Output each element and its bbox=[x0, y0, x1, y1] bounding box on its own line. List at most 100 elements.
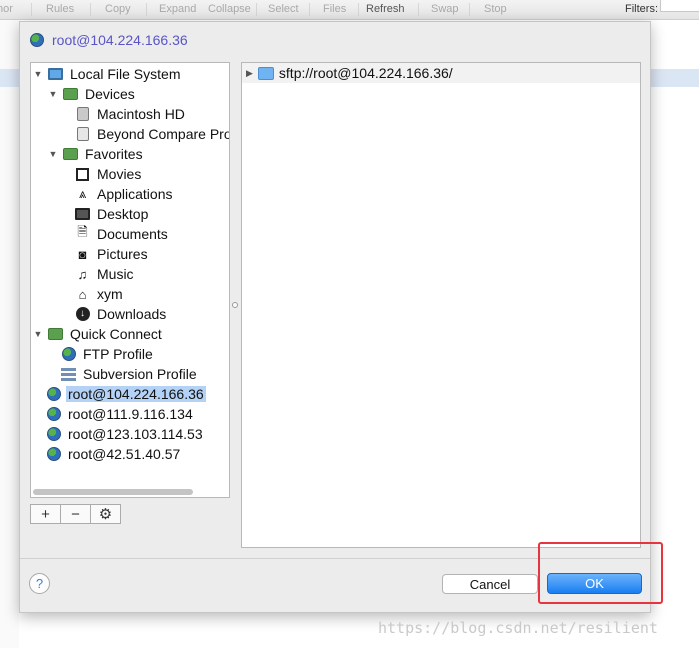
download-icon: ↓ bbox=[75, 307, 90, 322]
folder-icon bbox=[48, 327, 63, 342]
add-button[interactable]: + bbox=[30, 504, 61, 524]
tree-item-beyond-compare-pro[interactable]: Beyond Compare Pro bbox=[75, 124, 230, 144]
tree-item-favorites[interactable]: ▼ Favorites bbox=[48, 144, 145, 164]
tree-item-pictures[interactable]: ◙ Pictures bbox=[75, 244, 150, 264]
toolbar-swap[interactable]: Swap bbox=[431, 3, 459, 15]
filters-label: Filters: bbox=[625, 3, 658, 15]
tree-item-quick-connect[interactable]: ▼ Quick Connect bbox=[33, 324, 164, 344]
tree-item-ftp-profile[interactable]: FTP Profile bbox=[61, 344, 155, 364]
tree-item-label: Pictures bbox=[97, 246, 148, 262]
disclosure-triangle-icon[interactable]: ▼ bbox=[48, 89, 58, 99]
disclosure-triangle-icon[interactable]: ▶ bbox=[246, 68, 253, 79]
toolbar-separator bbox=[31, 3, 32, 16]
desktop-icon bbox=[75, 207, 90, 222]
monitor-icon bbox=[48, 67, 63, 82]
tree-item-label: Music bbox=[97, 266, 134, 282]
settings-gear-icon[interactable]: ⚙ bbox=[90, 504, 121, 524]
profile-tree[interactable]: ▼ Local File System ▼ Devices Macintosh … bbox=[30, 62, 230, 498]
document-icon: 🗎 bbox=[77, 224, 88, 239]
tree-item-label: root@104.224.166.36 bbox=[66, 386, 206, 402]
toolbar-rules[interactable]: Rules bbox=[46, 3, 74, 15]
tree-item-label: Devices bbox=[85, 86, 135, 102]
music-icon: ♫ bbox=[77, 266, 88, 282]
globe-icon bbox=[61, 347, 76, 362]
tree-item-label: Downloads bbox=[97, 306, 167, 322]
connection-dialog: root@104.224.166.36 ▼ Local File System … bbox=[19, 21, 651, 613]
annotation-highlight-box bbox=[538, 542, 663, 604]
globe-icon bbox=[46, 447, 61, 462]
subversion-icon bbox=[61, 367, 76, 382]
tree-item-label: FTP Profile bbox=[83, 346, 153, 362]
tree-item-label: root@123.103.114.53 bbox=[68, 426, 203, 442]
tree-item-label: Favorites bbox=[85, 146, 143, 162]
tree-item-desktop[interactable]: Desktop bbox=[75, 204, 150, 224]
tree-item-host[interactable]: root@123.103.114.53 bbox=[46, 424, 205, 444]
tree-item-host[interactable]: root@42.51.40.57 bbox=[46, 444, 182, 464]
remote-path: sftp://root@104.224.166.36/ bbox=[278, 65, 453, 81]
tree-item-label: Desktop bbox=[97, 206, 149, 222]
globe-icon bbox=[46, 427, 61, 442]
tree-item-label: root@42.51.40.57 bbox=[68, 446, 181, 462]
background-highlight bbox=[0, 69, 19, 87]
toolbar-files[interactable]: Files bbox=[323, 3, 346, 15]
drive-icon bbox=[75, 127, 90, 142]
help-button[interactable]: ? bbox=[29, 573, 50, 594]
toolbar-select[interactable]: Select bbox=[268, 3, 299, 15]
disclosure-triangle-icon[interactable]: ▼ bbox=[33, 329, 43, 339]
tree-item-label: Documents bbox=[97, 226, 168, 242]
toolbar-item[interactable]: hor bbox=[0, 3, 13, 15]
background-toolbar: hor Rules Copy Expand Collapse Select Fi… bbox=[0, 0, 699, 20]
toolbar-refresh[interactable]: Refresh bbox=[366, 3, 405, 15]
tree-item-label: xym bbox=[97, 286, 123, 302]
tree-item-downloads[interactable]: ↓ Downloads bbox=[75, 304, 168, 324]
folder-icon bbox=[63, 147, 78, 162]
tree-item-documents[interactable]: 🗎 Documents bbox=[75, 224, 170, 244]
toolbar-collapse[interactable]: Collapse bbox=[208, 3, 251, 15]
film-icon bbox=[75, 167, 90, 182]
folder-icon bbox=[257, 66, 274, 80]
toolbar-separator bbox=[418, 3, 419, 16]
home-icon: ⌂ bbox=[78, 286, 87, 302]
tree-item-label: Applications bbox=[97, 186, 173, 202]
tree-item-macintosh-hd[interactable]: Macintosh HD bbox=[75, 104, 187, 124]
horizontal-scrollbar[interactable] bbox=[33, 489, 193, 495]
tree-item-host-selected[interactable]: root@104.224.166.36 bbox=[46, 384, 206, 404]
tree-item-devices[interactable]: ▼ Devices bbox=[48, 84, 137, 104]
remove-button[interactable]: − bbox=[60, 504, 91, 524]
toolbar-copy[interactable]: Copy bbox=[105, 3, 131, 15]
tree-item-label: Beyond Compare Pro bbox=[97, 126, 230, 142]
globe-icon bbox=[46, 407, 61, 422]
camera-icon: ◙ bbox=[78, 246, 87, 262]
splitter-handle[interactable] bbox=[232, 302, 238, 308]
dialog-header: root@104.224.166.36 bbox=[30, 32, 188, 48]
background-highlight bbox=[651, 69, 699, 87]
toolbar-separator bbox=[309, 3, 310, 16]
folder-icon bbox=[63, 87, 78, 102]
toolbar-separator bbox=[146, 3, 147, 16]
globe-icon bbox=[30, 33, 44, 47]
tree-item-subversion-profile[interactable]: Subversion Profile bbox=[61, 364, 199, 384]
tree-item-label: Local File System bbox=[70, 66, 181, 82]
cancel-button[interactable]: Cancel bbox=[442, 574, 538, 594]
toolbar-expand[interactable]: Expand bbox=[159, 3, 196, 15]
remote-root-row[interactable]: ▶ sftp://root@104.224.166.36/ bbox=[242, 63, 640, 83]
tree-item-applications[interactable]: ⩓ Applications bbox=[75, 184, 175, 204]
tree-item-music[interactable]: ♫ Music bbox=[75, 264, 136, 284]
tree-item-host[interactable]: root@111.9.116.134 bbox=[46, 404, 195, 424]
tree-item-label: root@111.9.116.134 bbox=[68, 406, 193, 422]
tree-item-local-file-system[interactable]: ▼ Local File System bbox=[33, 64, 182, 84]
toolbar-separator bbox=[256, 3, 257, 16]
tree-item-label: Movies bbox=[97, 166, 142, 182]
tree-item-xym[interactable]: ⌂ xym bbox=[75, 284, 125, 304]
disclosure-triangle-icon[interactable]: ▼ bbox=[48, 149, 58, 159]
toolbar-separator bbox=[358, 3, 359, 16]
tree-item-movies[interactable]: Movies bbox=[75, 164, 143, 184]
disclosure-triangle-icon[interactable]: ▼ bbox=[33, 69, 43, 79]
toolbar-stop[interactable]: Stop bbox=[484, 3, 507, 15]
tree-item-label: Quick Connect bbox=[70, 326, 162, 342]
remote-browse-panel[interactable]: ▶ sftp://root@104.224.166.36/ bbox=[241, 62, 641, 548]
filters-input[interactable] bbox=[660, 0, 699, 12]
applications-icon: ⩓ bbox=[78, 186, 87, 201]
hard-drive-icon bbox=[75, 107, 90, 122]
tree-button-bar: + − ⚙ bbox=[30, 504, 121, 524]
